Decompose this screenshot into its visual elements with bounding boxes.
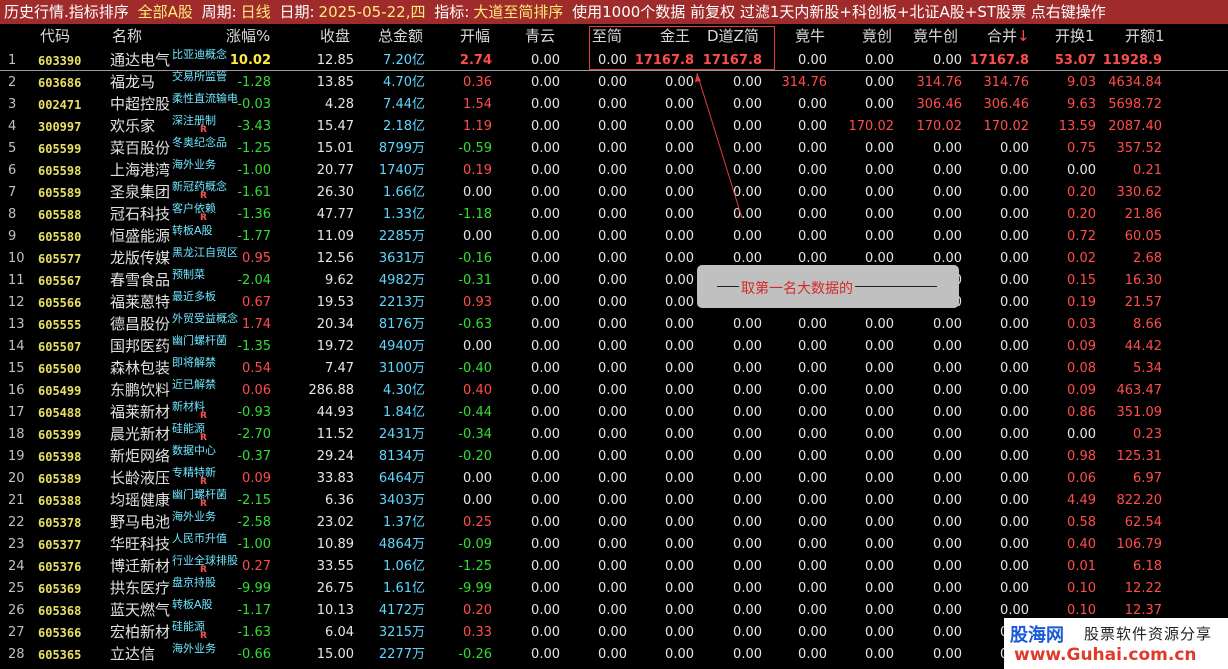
watermark-url: www.Guhai.com.cn — [1014, 645, 1197, 665]
callout-text: 取第一名大数据的 — [739, 278, 855, 298]
callout-arrow — [695, 72, 743, 219]
callout-box: 取第一名大数据的 — [697, 265, 959, 308]
watermark: 股海网 股票软件资源分享 www.Guhai.com.cn — [1004, 618, 1228, 669]
watermark-brand: 股海网 — [1010, 625, 1064, 646]
watermark-slogan: 股票软件资源分享 — [1084, 625, 1213, 643]
